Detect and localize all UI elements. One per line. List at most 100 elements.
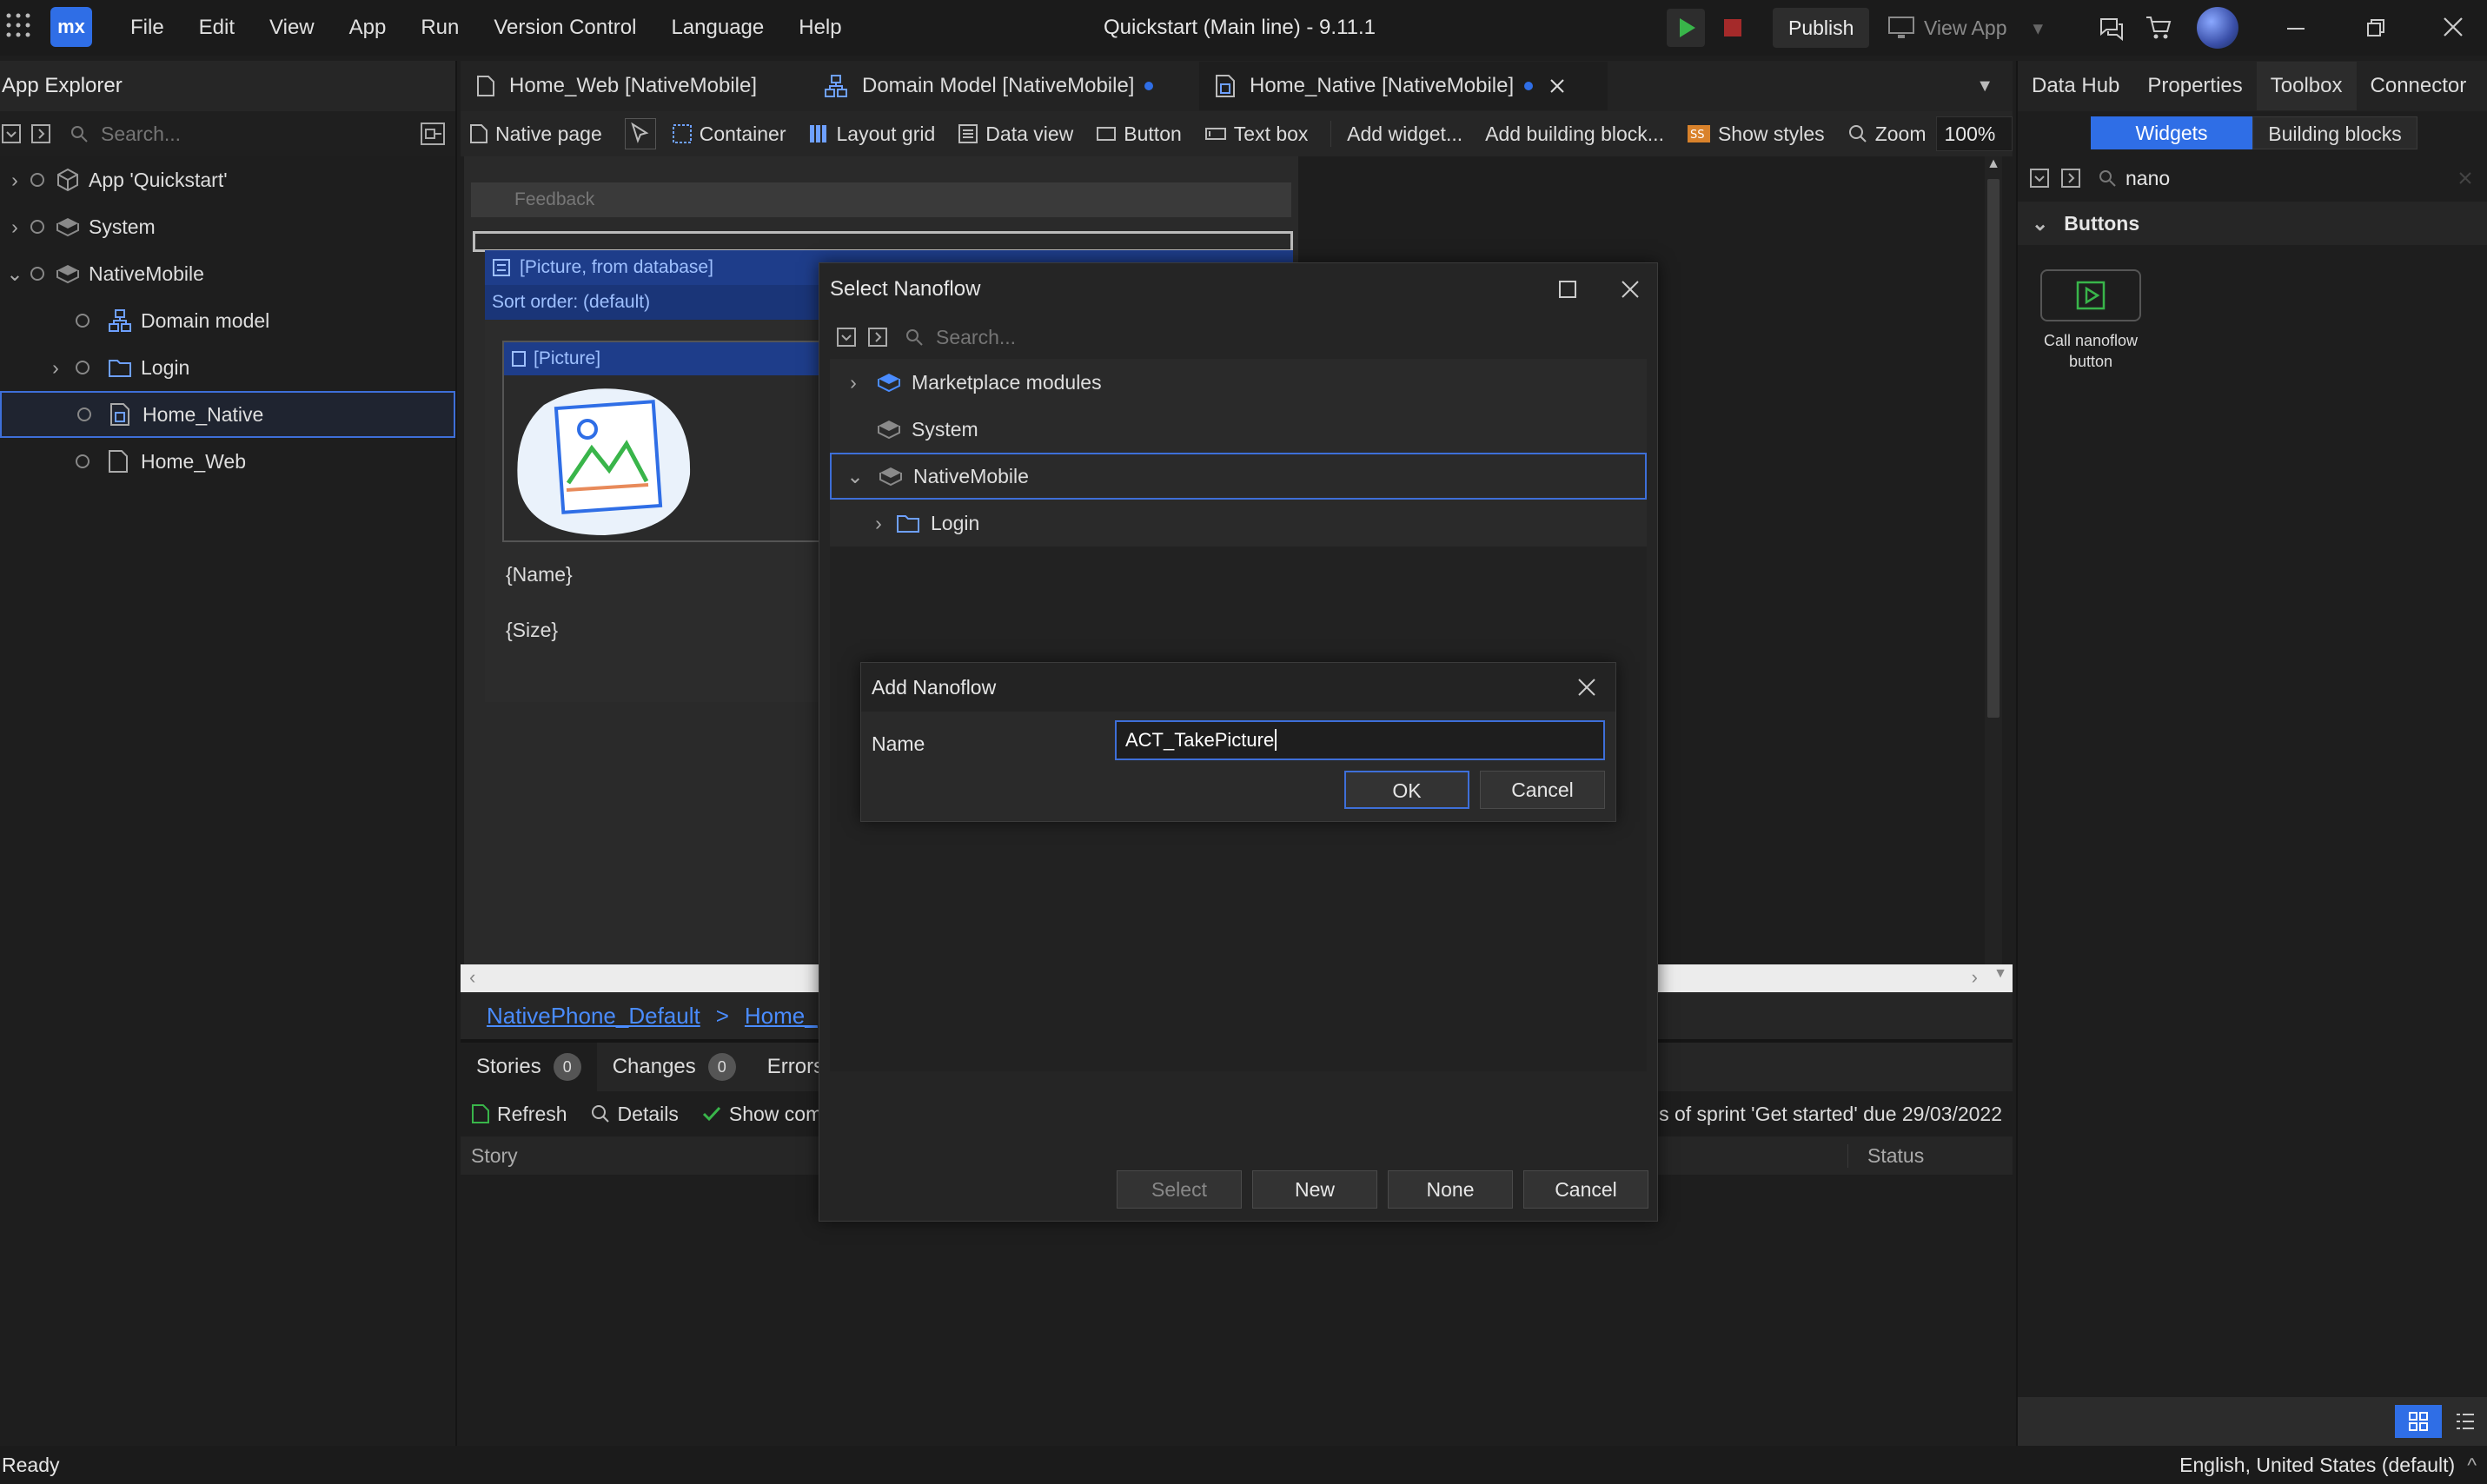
zoom-value-field[interactable]: 100% <box>1936 116 2013 151</box>
collapse-all-icon[interactable] <box>837 328 856 347</box>
tree-item-domain-model[interactable]: Domain model <box>0 297 455 344</box>
select-tool-icon[interactable] <box>624 118 656 149</box>
tree-item-home-native[interactable]: Home_Native <box>0 391 455 438</box>
name-attribute[interactable]: {Name} <box>506 563 573 586</box>
chevron-up-icon[interactable]: ^ <box>2467 1454 2477 1477</box>
tree-item-login[interactable]: › Login <box>830 500 1647 547</box>
show-styles-button[interactable]: SS Show styles <box>1687 123 1825 146</box>
run-button[interactable] <box>1667 9 1705 47</box>
tab-stories[interactable]: Stories 0 <box>461 1043 597 1091</box>
button-widget-button[interactable]: Button <box>1096 123 1182 146</box>
tab-changes[interactable]: Changes 0 <box>597 1043 752 1091</box>
zoom-button[interactable]: Zoom <box>1847 123 1926 146</box>
tree-item-system[interactable]: System <box>830 406 1647 453</box>
new-button[interactable]: New <box>1252 1170 1377 1209</box>
app-explorer-search-input[interactable] <box>101 122 388 146</box>
menu-run[interactable]: Run <box>403 0 476 56</box>
tab-properties[interactable]: Properties <box>2133 62 2256 110</box>
tree-item-marketplace[interactable]: › Marketplace modules <box>830 359 1647 406</box>
menu-help[interactable]: Help <box>781 0 859 56</box>
tabs-overflow-icon[interactable]: ▼ <box>1976 76 1993 96</box>
column-status[interactable]: Status <box>1847 1143 2013 1168</box>
layout-grid-button[interactable]: Layout grid <box>808 123 935 146</box>
collapse-all-icon[interactable] <box>2030 169 2049 188</box>
tab-domain-model[interactable]: Domain Model [NativeMobile] <box>808 62 1199 110</box>
scroll-left-icon[interactable]: ‹ <box>469 966 475 989</box>
size-attribute[interactable]: {Size} <box>506 619 558 642</box>
scroll-up-icon[interactable]: ▲ <box>1985 156 2002 172</box>
expand-all-icon[interactable] <box>31 124 50 143</box>
scroll-down-icon[interactable]: ▼ <box>1993 966 2007 982</box>
native-page-button[interactable]: Native page <box>469 123 602 146</box>
add-widget-button[interactable]: Add widget... <box>1347 123 1462 146</box>
close-tab-icon[interactable] <box>1549 77 1566 95</box>
app-grid-icon[interactable] <box>5 12 31 38</box>
tab-home-web[interactable]: Home_Web [NativeMobile] <box>461 62 808 110</box>
details-button[interactable]: Details <box>590 1103 679 1126</box>
vertical-scrollbar[interactable]: ▲ <box>1985 156 2002 990</box>
add-building-block-button[interactable]: Add building block... <box>1485 123 1664 146</box>
tree-item-nativemobile[interactable]: ⌄ NativeMobile <box>0 250 455 297</box>
language-selector[interactable]: English, United States (default) <box>2179 1454 2455 1477</box>
link-editor-icon[interactable] <box>421 123 445 145</box>
list-view-icon[interactable] <box>2442 1405 2487 1438</box>
cart-icon[interactable] <box>2145 14 2172 42</box>
section-buttons[interactable]: ⌄ Buttons <box>2018 202 2487 245</box>
ok-button[interactable]: OK <box>1344 771 1469 809</box>
breadcrumb-layout-link[interactable]: NativePhone_Default <box>487 1003 700 1030</box>
chevron-right-icon[interactable]: › <box>0 169 30 192</box>
clear-search-icon[interactable] <box>2457 170 2473 186</box>
publish-button[interactable]: Publish <box>1773 8 1870 48</box>
none-button[interactable]: None <box>1388 1170 1513 1209</box>
cancel-button[interactable]: Cancel <box>1523 1170 1648 1209</box>
avatar[interactable] <box>2197 7 2238 49</box>
tree-item-system[interactable]: › System <box>0 203 455 250</box>
menu-app[interactable]: App <box>332 0 404 56</box>
stop-button[interactable] <box>1714 9 1752 47</box>
cancel-button[interactable]: Cancel <box>1480 771 1605 809</box>
text-box-button[interactable]: Text box <box>1204 123 1308 146</box>
chevron-right-icon[interactable]: › <box>0 215 30 239</box>
minimize-icon[interactable] <box>2285 17 2306 38</box>
tab-toolbox[interactable]: Toolbox <box>2256 62 2357 110</box>
chevron-right-icon[interactable]: › <box>830 371 877 394</box>
column-story[interactable]: Story <box>461 1144 518 1168</box>
close-dialog-icon[interactable] <box>1621 280 1640 299</box>
menu-file[interactable]: File <box>113 0 182 56</box>
breadcrumb-page-link[interactable]: Home_ <box>745 1003 818 1030</box>
close-window-icon[interactable] <box>2442 16 2464 38</box>
view-app-button[interactable]: View App ▾ <box>1887 8 2043 48</box>
chevron-down-icon[interactable]: ▾ <box>2033 17 2043 40</box>
restore-icon[interactable] <box>2365 17 2386 38</box>
menu-version-control[interactable]: Version Control <box>476 0 653 56</box>
tab-data-hub[interactable]: Data Hub <box>2018 62 2133 110</box>
tab-connector[interactable]: Connector <box>2357 62 2481 110</box>
menu-edit[interactable]: Edit <box>182 0 252 56</box>
tree-item-nativemobile[interactable]: ⌄ NativeMobile <box>830 453 1647 500</box>
expand-all-icon[interactable] <box>868 328 887 347</box>
scroll-right-icon[interactable]: › <box>1972 966 1978 989</box>
chevron-right-icon[interactable]: › <box>861 512 896 535</box>
refresh-button[interactable]: Refresh <box>471 1103 567 1126</box>
tab-home-native[interactable]: Home_Native [NativeMobile] <box>1199 62 1608 110</box>
close-dialog-icon[interactable] <box>1577 678 1596 697</box>
menu-view[interactable]: View <box>252 0 332 56</box>
toolbox-search-input[interactable]: nano <box>2126 167 2170 190</box>
container-button[interactable]: Container <box>672 123 786 146</box>
dialog-search-input[interactable] <box>936 325 1457 349</box>
data-view-button[interactable]: Data view <box>958 123 1073 146</box>
call-nanoflow-widget[interactable]: Call nanoflow button <box>2033 269 2148 372</box>
subtab-building-blocks[interactable]: Building blocks <box>2252 116 2417 149</box>
collapse-all-icon[interactable] <box>2 124 21 143</box>
show-completed-toggle[interactable]: Show comp <box>701 1103 833 1126</box>
menu-language[interactable]: Language <box>653 0 781 56</box>
expand-all-icon[interactable] <box>2061 169 2080 188</box>
chevron-right-icon[interactable]: › <box>36 356 75 380</box>
feedback-bar[interactable]: Feedback <box>471 182 1291 217</box>
grid-view-icon[interactable] <box>2395 1405 2442 1438</box>
scrollbar-thumb[interactable] <box>1987 179 2000 718</box>
chat-icon[interactable] <box>2098 14 2126 42</box>
nanoflow-name-input[interactable]: ACT_TakePicture <box>1115 720 1605 760</box>
chevron-down-icon[interactable]: ⌄ <box>0 262 30 286</box>
tree-item-home-web[interactable]: Home_Web <box>0 438 455 485</box>
